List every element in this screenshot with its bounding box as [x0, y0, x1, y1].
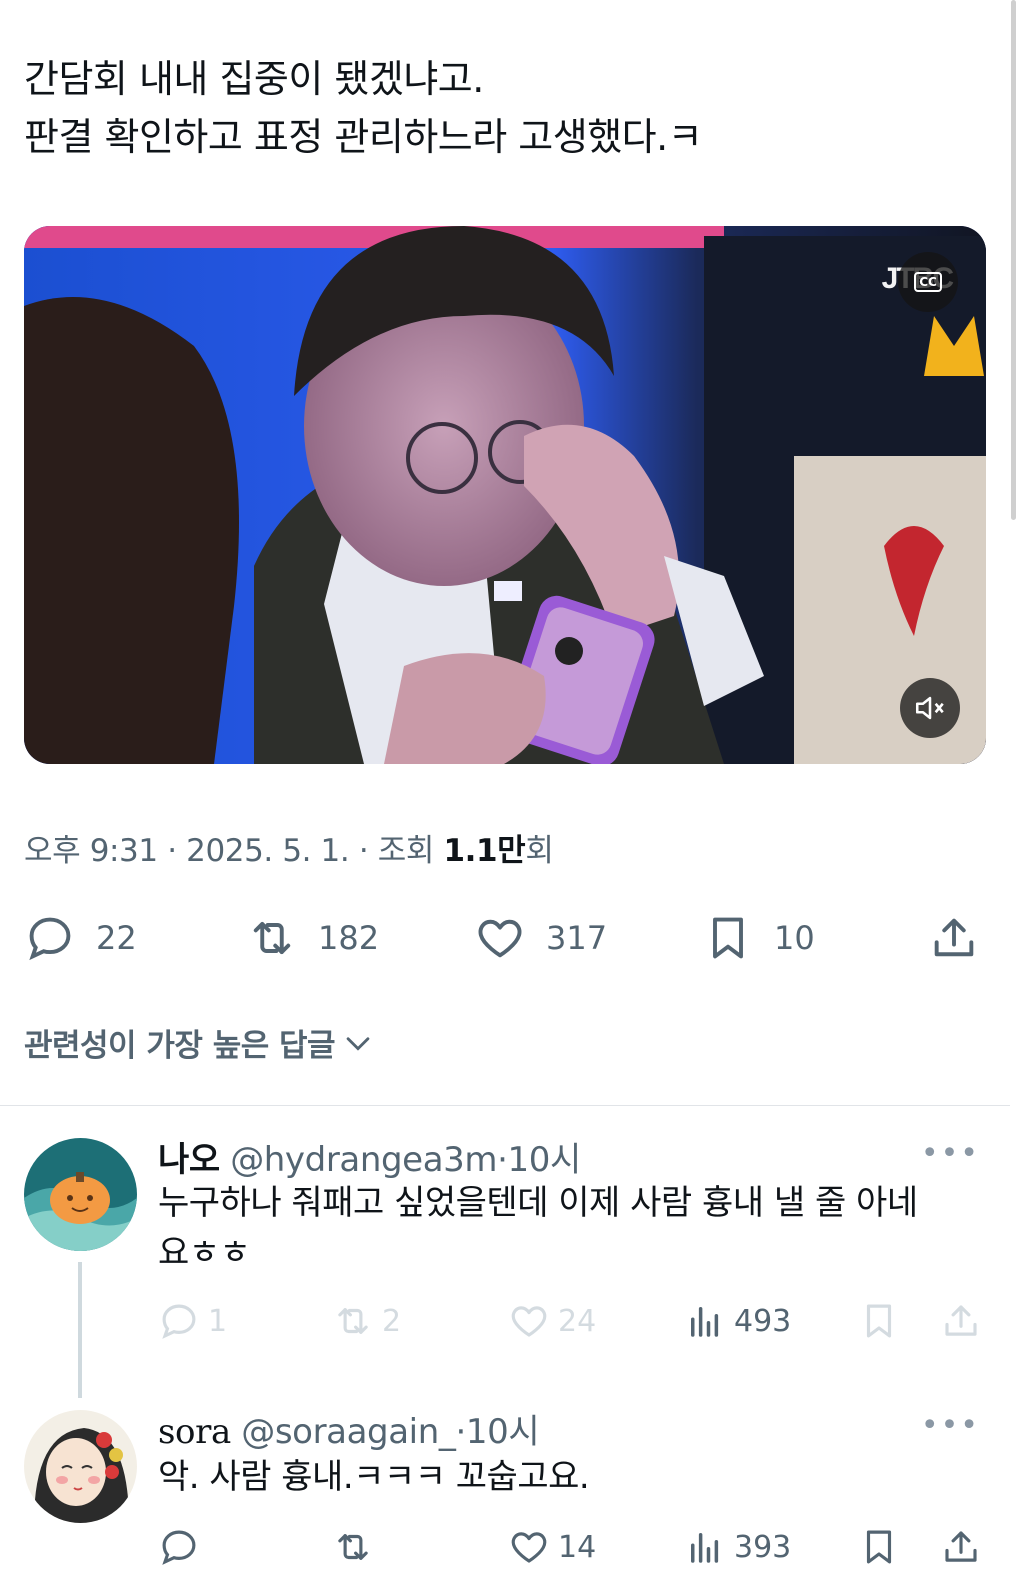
bookmark-count: 10: [774, 919, 815, 957]
pumpkin-avatar-image: [24, 1138, 137, 1251]
tweet-time[interactable]: 오후 9:31: [24, 833, 158, 869]
views-suffix: 회: [525, 833, 554, 869]
meta-separator: ·: [497, 1140, 508, 1180]
scrollbar[interactable]: [1011, 0, 1016, 520]
meta-separator: ·: [455, 1412, 466, 1452]
bookmark-button[interactable]: [858, 1296, 900, 1346]
cc-icon: CC: [914, 272, 942, 292]
reply-button[interactable]: 22: [24, 908, 137, 968]
analytics-icon: [691, 1533, 719, 1563]
divider: [0, 1105, 1010, 1106]
meta-separator: ·: [167, 833, 177, 869]
view-count: 493: [734, 1303, 792, 1339]
share-button[interactable]: [940, 1296, 982, 1346]
reply-count: 1: [208, 1303, 228, 1339]
more-options-icon[interactable]: •••: [921, 1136, 980, 1171]
reply-button[interactable]: [158, 1522, 200, 1572]
share-icon: [934, 918, 974, 957]
reply-header: 나오 @hydrangea3m·10시: [158, 1132, 581, 1181]
reply-count: 22: [96, 919, 137, 957]
bookmark-icon: [866, 1304, 892, 1338]
heart-icon: [511, 1532, 547, 1563]
reply-actions: 1 2 24 493: [158, 1296, 988, 1346]
reply-time[interactable]: 10시: [466, 1412, 540, 1452]
thread-line: [78, 1262, 82, 1398]
display-name[interactable]: sora: [158, 1412, 231, 1452]
like-button[interactable]: 317: [474, 908, 607, 968]
girl-illustration-avatar-image: [24, 1410, 137, 1523]
retweet-icon: [253, 921, 291, 955]
retweet-button[interactable]: [332, 1522, 374, 1572]
retweet-count: 2: [382, 1303, 402, 1339]
views-label: 조회: [377, 833, 435, 869]
chevron-down-icon: [346, 1036, 370, 1051]
retweet-icon: [338, 1308, 368, 1334]
bookmark-button[interactable]: [858, 1522, 900, 1572]
reply-text: 악. 사람 흉내.ㅋㅋㅋ 꼬숩고요.: [158, 1452, 978, 1502]
reply-sort-dropdown[interactable]: 관련성이 가장 높은 답글: [24, 1020, 375, 1065]
more-options-icon[interactable]: •••: [921, 1408, 980, 1443]
share-button[interactable]: [940, 1522, 982, 1572]
reply-time[interactable]: 10시: [508, 1140, 582, 1180]
tweet-text-line-2: 판결 확인하고 표정 관리하느라 고생했다.ㅋ: [24, 115, 703, 159]
display-name[interactable]: 나오: [158, 1140, 220, 1180]
like-button[interactable]: 24: [508, 1296, 596, 1346]
like-count: 317: [546, 919, 608, 957]
mute-button[interactable]: [900, 678, 960, 738]
reply-text: 누구하나 줘패고 싶었을텐데 이제 사람 흉내 낼 줄 아네 요ㅎㅎ: [158, 1178, 978, 1278]
user-handle[interactable]: @hydrangea3m: [230, 1140, 497, 1180]
reply-text-line-1: 누구하나 줘패고 싶었을텐데 이제 사람 흉내 낼 줄 아네: [158, 1183, 918, 1223]
retweet-button[interactable]: 182: [246, 908, 379, 968]
reply-text-line-2: 요ㅎㅎ: [158, 1233, 251, 1273]
share-button[interactable]: [928, 908, 980, 968]
captions-button[interactable]: CC: [898, 252, 958, 312]
avatar[interactable]: [24, 1410, 137, 1523]
reply-button[interactable]: 1: [158, 1296, 227, 1346]
like-count: 14: [558, 1529, 597, 1565]
heart-icon: [478, 919, 522, 958]
reply-header: sora @soraagain_·10시: [158, 1404, 540, 1453]
like-count: 24: [558, 1303, 597, 1339]
views-count: 1.1만: [443, 833, 526, 869]
heart-icon: [511, 1306, 547, 1337]
tweet-actions: 22 182 317 10: [24, 908, 984, 968]
view-count: 393: [734, 1529, 792, 1565]
reply-icon: [29, 917, 71, 961]
reply-icon: [162, 1530, 196, 1565]
retweet-button[interactable]: 2: [332, 1296, 401, 1346]
tweet-date[interactable]: 2025. 5. 1.: [186, 833, 350, 869]
like-button[interactable]: 14: [508, 1522, 596, 1572]
user-handle[interactable]: @soraagain_: [241, 1412, 456, 1452]
bookmark-button[interactable]: 10: [702, 908, 815, 968]
tweet-text-line-1: 간담회 내내 집중이 됐겠냐고.: [24, 57, 484, 101]
avatar[interactable]: [24, 1138, 137, 1251]
analytics-icon: [691, 1307, 719, 1337]
retweet-count: 182: [318, 919, 380, 957]
tweet-video[interactable]: JTBC CC: [24, 226, 986, 764]
views-button[interactable]: 493: [684, 1296, 791, 1346]
tweet-meta: 오후 9:31 · 2025. 5. 1. · 조회 1.1만회: [24, 825, 554, 870]
sort-label: 관련성이 가장 높은 답글: [24, 1028, 336, 1064]
share-icon: [945, 1305, 977, 1336]
share-icon: [945, 1531, 977, 1562]
reply-icon: [162, 1304, 196, 1339]
tweet-text: 간담회 내내 집중이 됐겠냐고. 판결 확인하고 표정 관리하느라 고생했다.ㅋ: [24, 50, 984, 166]
speaker-mute-icon: [915, 696, 944, 720]
meta-separator: ·: [358, 833, 369, 869]
retweet-icon: [338, 1534, 368, 1560]
bookmark-icon: [713, 917, 743, 959]
views-button[interactable]: 393: [684, 1522, 791, 1572]
video-frame: [24, 226, 986, 764]
reply-actions: 14 393: [158, 1522, 988, 1572]
reply-text-line-1: 악. 사람 흉내.ㅋㅋㅋ 꼬숩고요.: [158, 1457, 590, 1497]
bookmark-icon: [866, 1530, 892, 1564]
